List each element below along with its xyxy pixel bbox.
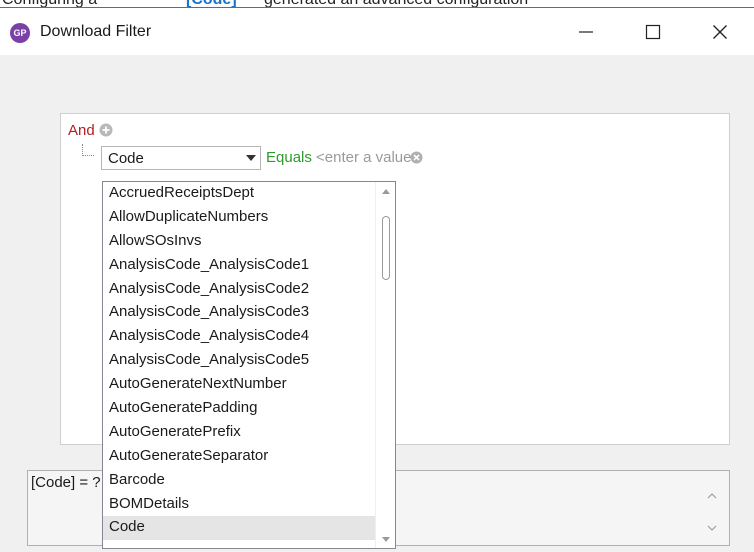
- clipped-link-text: [Code]: [186, 0, 237, 7]
- app-logo-icon: GP: [10, 23, 30, 43]
- dropdown-item[interactable]: Barcode: [103, 469, 377, 493]
- filter-expression-text: [Code] = ?: [31, 474, 101, 491]
- dropdown-scrollbar[interactable]: [375, 182, 395, 548]
- tree-connector: [82, 144, 94, 156]
- dropdown-item[interactable]: AutoGeneratePadding: [103, 397, 377, 421]
- scroll-down-arrow-icon: [382, 536, 390, 542]
- field-dropdown-list[interactable]: AccruedReceiptsDept AllowDuplicateNumber…: [102, 181, 396, 549]
- minimize-icon: [579, 31, 593, 33]
- add-condition-icon[interactable]: [99, 123, 113, 137]
- field-select-value: Code: [108, 150, 144, 167]
- dropdown-item[interactable]: AnalysisCode_AnalysisCode5: [103, 349, 377, 373]
- minimize-button[interactable]: [564, 13, 608, 51]
- dropdown-items: AccruedReceiptsDept AllowDuplicateNumber…: [103, 182, 377, 541]
- scroll-up-button[interactable]: [376, 182, 395, 200]
- clipped-document-header: Configuring a [Code] generated an advanc…: [0, 0, 754, 8]
- dropdown-item[interactable]: AllowDuplicateNumbers: [103, 206, 377, 230]
- clipped-text-2: generated an advanced configuration: [264, 0, 528, 7]
- chevron-up-icon: [707, 493, 717, 499]
- maximize-icon: [645, 24, 661, 40]
- clipped-text: Configuring a: [2, 0, 97, 7]
- dropdown-item[interactable]: AnalysisCode_AnalysisCode2: [103, 278, 377, 302]
- scrollbar-thumb[interactable]: [382, 216, 390, 280]
- window-title: Download Filter: [40, 23, 152, 40]
- dropdown-item[interactable]: AutoGenerateSeparator: [103, 445, 377, 469]
- remove-condition-icon[interactable]: [410, 151, 423, 164]
- dropdown-item[interactable]: AnalysisCode_AnalysisCode1: [103, 254, 377, 278]
- title-bar: GP Download Filter: [0, 9, 754, 55]
- dropdown-item[interactable]: AutoGeneratePrefix: [103, 421, 377, 445]
- dropdown-item[interactable]: AnalysisCode_AnalysisCode3: [103, 301, 377, 325]
- scroll-up-arrow-icon: [382, 188, 390, 194]
- maximize-button[interactable]: [631, 13, 675, 51]
- dropdown-item[interactable]: AnalysisCode_AnalysisCode4: [103, 325, 377, 349]
- operator-equals[interactable]: Equals: [266, 149, 312, 166]
- dropdown-item[interactable]: AccruedReceiptsDept: [103, 182, 377, 206]
- close-button[interactable]: [698, 13, 742, 51]
- expression-scroll-down-button[interactable]: [704, 520, 720, 536]
- field-select[interactable]: Code: [101, 146, 261, 170]
- chevron-down-icon: [707, 525, 717, 531]
- scroll-down-button[interactable]: [376, 530, 395, 548]
- value-input[interactable]: <enter a value>: [316, 149, 420, 166]
- expression-scroll-up-button[interactable]: [704, 488, 720, 504]
- dropdown-arrow-icon[interactable]: [246, 155, 256, 161]
- group-operator-and[interactable]: And: [68, 122, 95, 139]
- dropdown-item[interactable]: AllowSOsInvs: [103, 230, 377, 254]
- dropdown-item[interactable]: AutoGenerateNextNumber: [103, 373, 377, 397]
- dropdown-item-selected[interactable]: Code: [103, 516, 377, 541]
- dropdown-item[interactable]: BOMDetails: [103, 493, 377, 517]
- close-icon: [713, 25, 727, 39]
